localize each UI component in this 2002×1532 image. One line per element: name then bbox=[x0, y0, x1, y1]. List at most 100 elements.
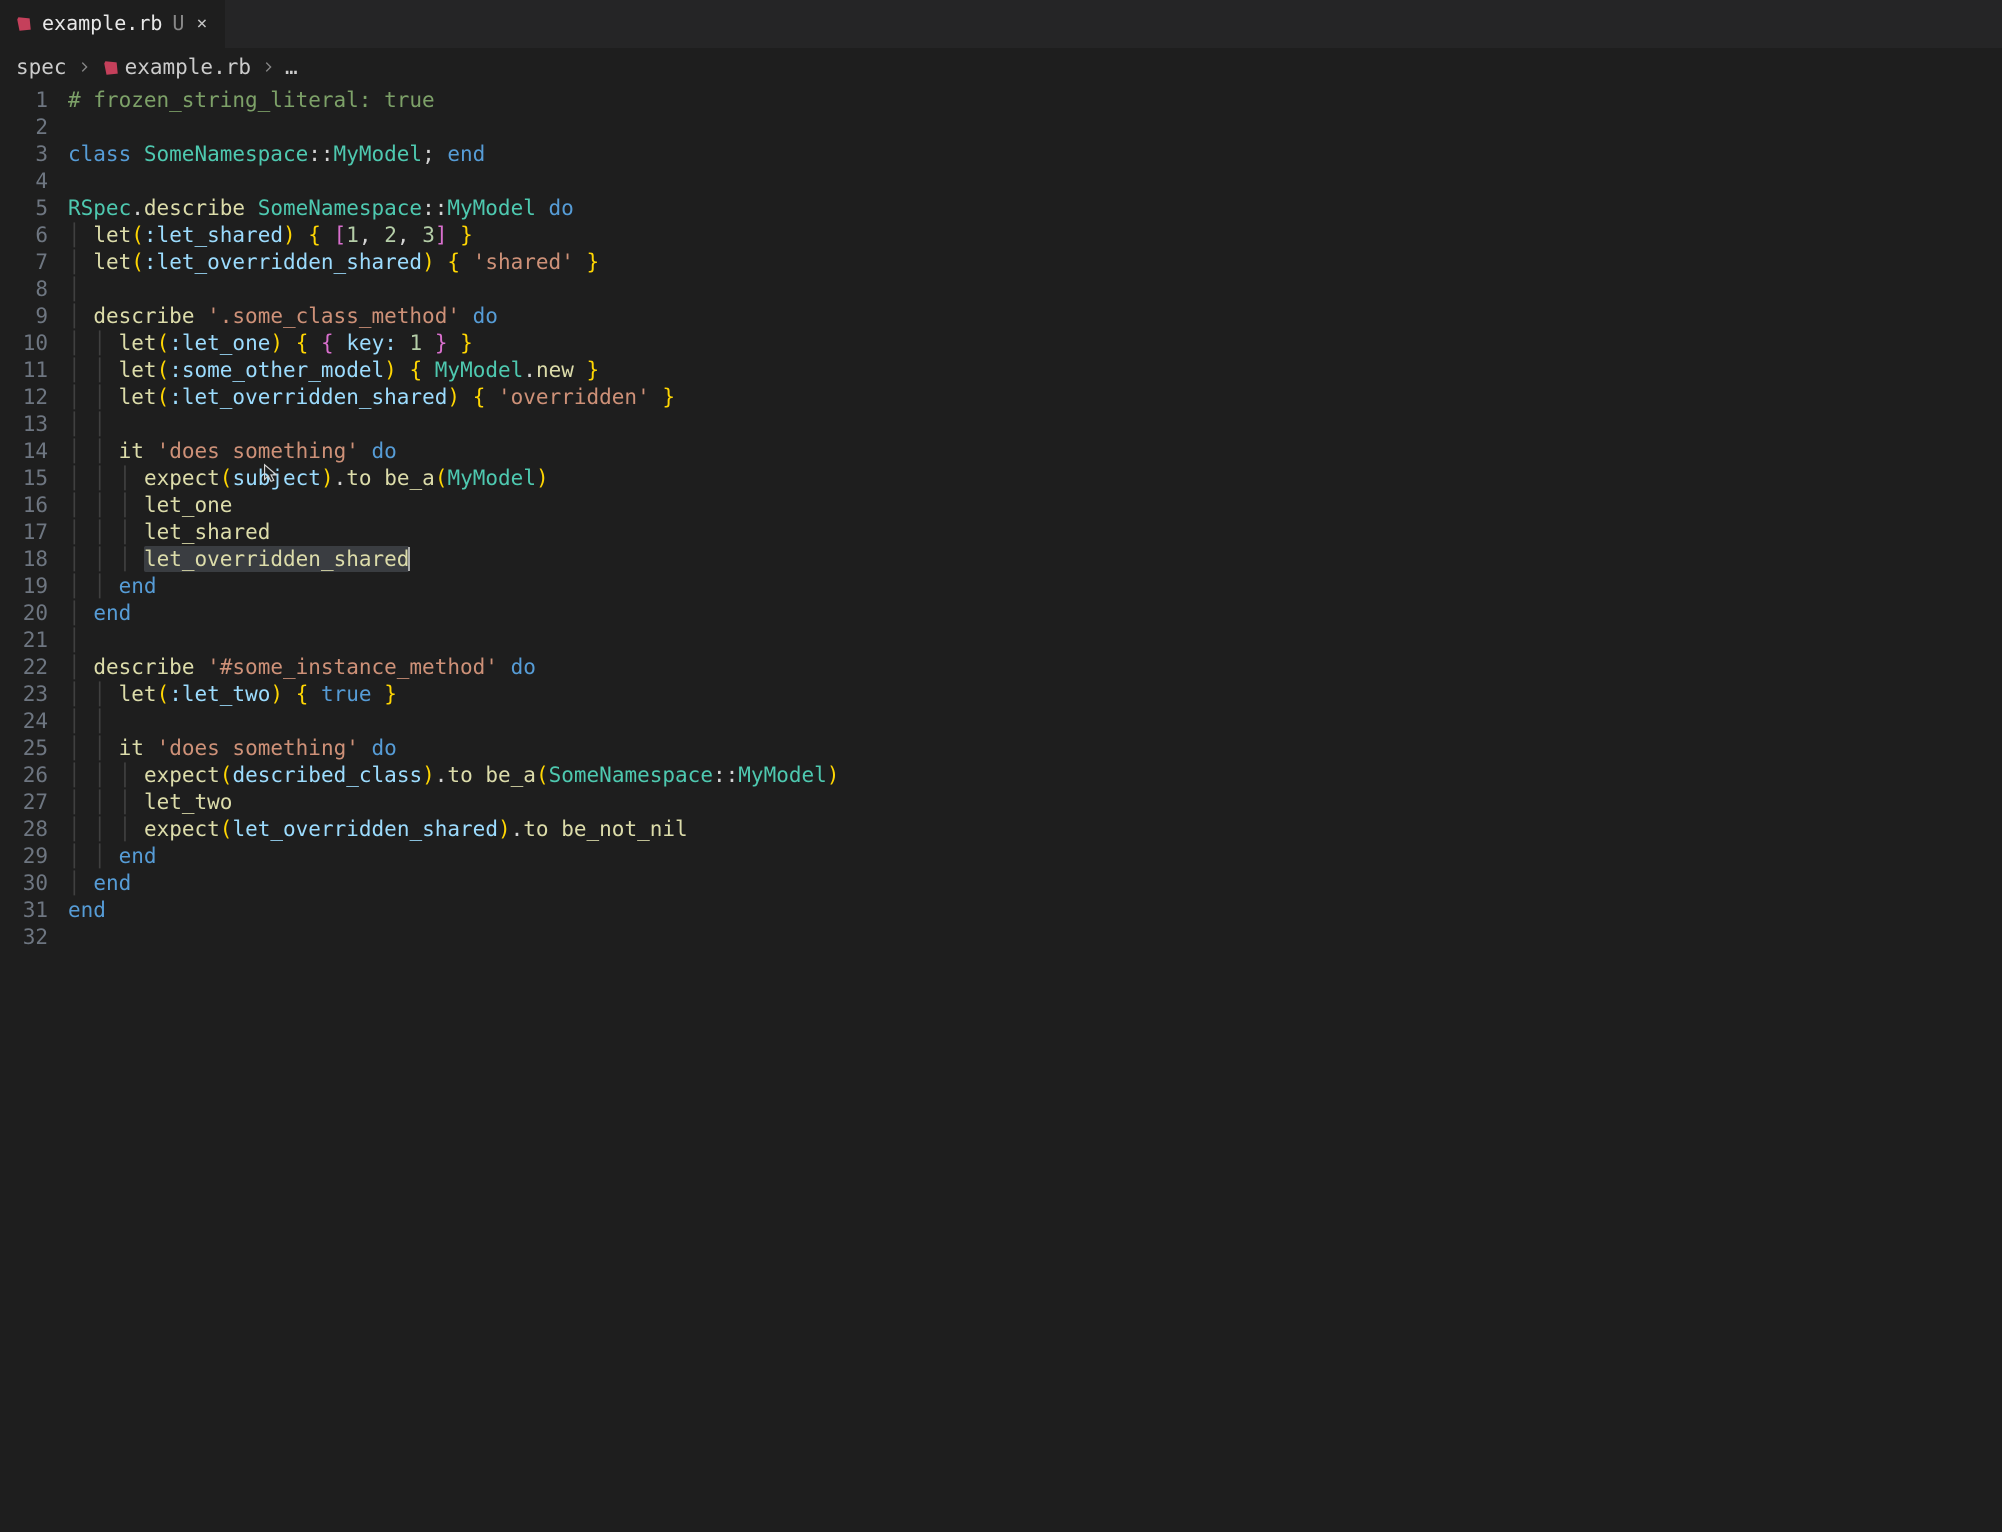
code-token: SomeNamespace bbox=[144, 142, 308, 166]
line-number: 25 bbox=[0, 735, 48, 762]
code-token: end bbox=[119, 574, 157, 598]
code-token: :let_two bbox=[169, 682, 270, 706]
line-number: 23 bbox=[0, 681, 48, 708]
code-token: ) bbox=[422, 763, 435, 787]
code-token: to bbox=[447, 763, 472, 787]
code-token: :some_other_model bbox=[169, 358, 384, 382]
code-token: ( bbox=[157, 385, 170, 409]
code-token: do bbox=[372, 439, 397, 463]
code-token: # frozen_string_literal: true bbox=[68, 88, 435, 112]
line-number: 27 bbox=[0, 789, 48, 816]
code-token: ; bbox=[422, 142, 435, 166]
code-token: . bbox=[523, 358, 536, 382]
code-token: let_overridden_shared bbox=[144, 547, 410, 571]
line-number: 4 bbox=[0, 168, 48, 195]
code-token: MyModel bbox=[435, 358, 524, 382]
code-token: let_two bbox=[144, 790, 233, 814]
code-token: true bbox=[321, 682, 372, 706]
code-token: do bbox=[511, 655, 536, 679]
breadcrumb-folder[interactable]: spec bbox=[16, 54, 67, 81]
code-token: { bbox=[321, 331, 334, 355]
ruby-file-icon bbox=[101, 58, 121, 78]
code-token: :: bbox=[713, 763, 738, 787]
code-token: [ bbox=[334, 223, 347, 247]
code-token: 'shared' bbox=[473, 250, 574, 274]
code-token: class bbox=[68, 142, 131, 166]
code-token: 'does something' bbox=[157, 736, 359, 760]
code-token: let_one bbox=[144, 493, 233, 517]
breadcrumb-file-label: example.rb bbox=[125, 55, 251, 79]
code-token: 'does something' bbox=[157, 439, 359, 463]
code-content[interactable]: # frozen_string_literal: true class Some… bbox=[68, 87, 2002, 951]
breadcrumb: spec example.rb … bbox=[0, 48, 2002, 87]
code-token: } bbox=[460, 223, 473, 247]
line-number: 20 bbox=[0, 600, 48, 627]
code-token: let bbox=[119, 358, 157, 382]
code-token: , bbox=[359, 223, 372, 247]
code-token: to bbox=[346, 466, 371, 490]
code-token: ( bbox=[435, 466, 448, 490]
code-token: expect bbox=[144, 817, 220, 841]
code-token: SomeNamespace bbox=[549, 763, 713, 787]
code-token: 2 bbox=[384, 223, 397, 247]
line-number: 18 bbox=[0, 546, 48, 573]
line-number: 29 bbox=[0, 843, 48, 870]
code-token: { bbox=[409, 358, 422, 382]
code-token: { bbox=[296, 331, 309, 355]
code-token: MyModel bbox=[738, 763, 827, 787]
line-number: 31 bbox=[0, 897, 48, 924]
code-token: ] bbox=[435, 223, 448, 247]
code-token: let_shared bbox=[144, 520, 270, 544]
line-number: 3 bbox=[0, 141, 48, 168]
code-token: , bbox=[397, 223, 410, 247]
code-token: ( bbox=[220, 763, 233, 787]
line-number: 30 bbox=[0, 870, 48, 897]
ruby-file-icon bbox=[14, 14, 34, 34]
line-number: 8 bbox=[0, 276, 48, 303]
code-token: described_class bbox=[232, 763, 422, 787]
code-token: describe bbox=[93, 304, 194, 328]
line-number: 22 bbox=[0, 654, 48, 681]
line-number: 15 bbox=[0, 465, 48, 492]
code-token: MyModel bbox=[447, 466, 536, 490]
tab-example-rb[interactable]: example.rb U × bbox=[0, 0, 226, 48]
code-token: MyModel bbox=[334, 142, 423, 166]
code-token: ( bbox=[536, 763, 549, 787]
breadcrumb-file[interactable]: example.rb bbox=[101, 54, 251, 81]
code-token: let bbox=[119, 385, 157, 409]
chevron-right-icon bbox=[77, 54, 91, 81]
code-token: ) bbox=[498, 817, 511, 841]
code-token: ) bbox=[536, 466, 549, 490]
chevron-right-icon bbox=[261, 54, 275, 81]
line-number: 32 bbox=[0, 924, 48, 951]
line-number: 26 bbox=[0, 762, 48, 789]
code-token: { bbox=[473, 385, 486, 409]
code-token: let_overridden_shared bbox=[232, 817, 498, 841]
line-number: 12 bbox=[0, 384, 48, 411]
code-token: ( bbox=[220, 466, 233, 490]
code-token: it bbox=[119, 736, 144, 760]
code-token: 1 bbox=[410, 331, 423, 355]
line-number: 2 bbox=[0, 114, 48, 141]
close-icon[interactable]: × bbox=[192, 10, 211, 37]
code-token: let bbox=[93, 250, 131, 274]
code-token: } bbox=[587, 358, 600, 382]
line-number: 17 bbox=[0, 519, 48, 546]
code-token: ( bbox=[131, 250, 144, 274]
code-token: ( bbox=[157, 331, 170, 355]
line-number: 5 bbox=[0, 195, 48, 222]
text-cursor bbox=[408, 547, 410, 571]
breadcrumb-ellipsis[interactable]: … bbox=[285, 54, 298, 81]
code-token: let bbox=[93, 223, 131, 247]
code-token: ) bbox=[827, 763, 840, 787]
code-token: ( bbox=[157, 358, 170, 382]
code-token: } bbox=[587, 250, 600, 274]
line-number: 7 bbox=[0, 249, 48, 276]
line-number: 28 bbox=[0, 816, 48, 843]
code-editor[interactable]: 1 2 3 4 5 6 7 8 9 10 11 12 13 14 15 16 1… bbox=[0, 87, 2002, 951]
code-token: ) bbox=[283, 223, 296, 247]
code-token: 'overridden' bbox=[498, 385, 650, 409]
tab-filename: example.rb bbox=[42, 11, 162, 37]
code-token: '.some_class_method' bbox=[207, 304, 460, 328]
line-number: 10 bbox=[0, 330, 48, 357]
